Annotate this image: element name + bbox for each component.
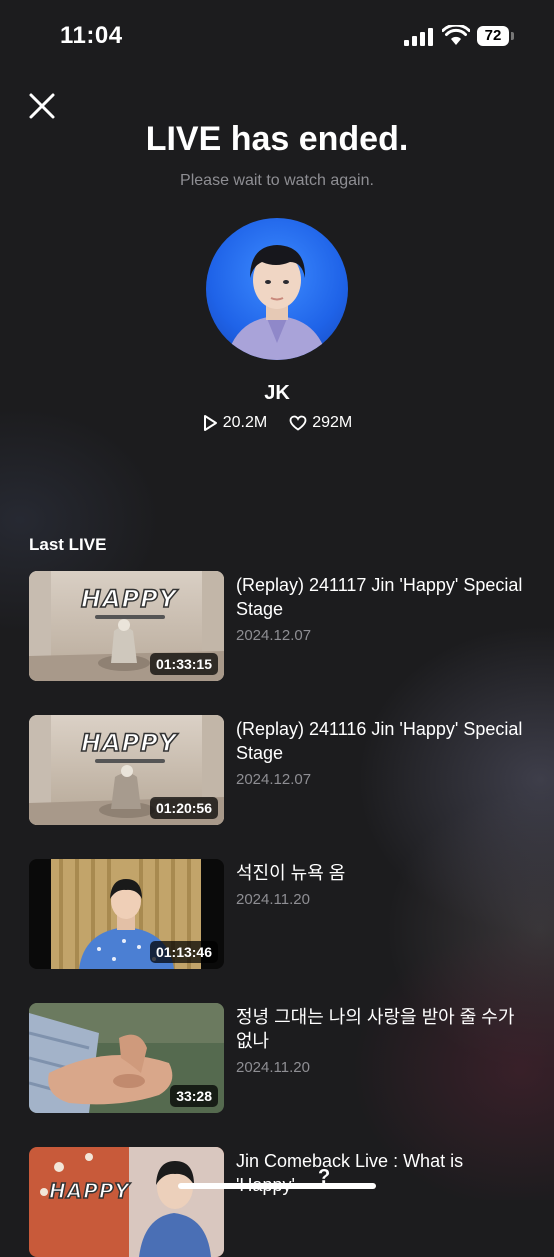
- video-date: 2024.12.07: [236, 627, 312, 644]
- list-item[interactable]: HAPPY 01:33:15 (Replay) 241117 Jin 'Happ…: [29, 571, 539, 681]
- video-date: 2024.11.20: [236, 891, 310, 908]
- thumbnail-caption: [95, 759, 165, 763]
- home-indicator[interactable]: [178, 1183, 376, 1189]
- list-item[interactable]: 33:28 정녕 그대는 나의 사랑을 받아 줄 수가 없나 2024.11.2…: [29, 1003, 539, 1113]
- video-thumbnail: 01:13:46: [29, 859, 224, 969]
- list-item[interactable]: 01:13:46 석진이 뉴욕 옴 2024.11.20: [29, 859, 539, 969]
- page-title: LIVE has ended.: [145, 120, 409, 158]
- wifi-icon: [442, 25, 470, 45]
- heart-icon: [289, 415, 307, 431]
- video-title: (Replay) 241116 Jin 'Happy' Special Stag…: [236, 719, 523, 763]
- cellular-signal-icon: [404, 28, 433, 46]
- video-date: 2024.12.07: [236, 771, 312, 788]
- avatar-portrait: [226, 245, 328, 360]
- thumbnail-logo: HAPPY: [80, 728, 178, 758]
- thumbnail-logo: HAPPY: [80, 584, 178, 614]
- close-icon[interactable]: [28, 92, 56, 120]
- play-icon: [203, 415, 217, 431]
- profile-stats: 20.2M 292M: [0, 414, 554, 432]
- video-title: Jin Comeback Live : What is 'Happy': [236, 1151, 464, 1195]
- status-bar: 11:04 72: [0, 0, 554, 70]
- video-thumbnail: HAPPY 01:33:15: [29, 571, 224, 681]
- video-duration: 01:20:56: [149, 797, 218, 819]
- video-thumbnail: HAPPY 01:20:56: [29, 715, 224, 825]
- profile-name: JK: [264, 382, 290, 404]
- video-title: (Replay) 241117 Jin 'Happy' Special Stag…: [236, 575, 523, 619]
- video-duration: 01:13:46: [149, 941, 218, 963]
- list-item[interactable]: HAPPY 01:20:56 (Replay) 241116 Jin 'Happ…: [29, 715, 539, 825]
- page-subtitle: Please wait to watch again.: [180, 172, 374, 189]
- video-duration: 01:33:15: [149, 653, 218, 675]
- plays-count: 20.2M: [222, 414, 268, 431]
- video-title: 정녕 그대는 나의 사랑을 받아 줄 수가 없나: [236, 1007, 515, 1051]
- video-thumbnail: HAPPY: [29, 1147, 224, 1257]
- avatar[interactable]: [206, 218, 348, 360]
- likes-count: 292M: [312, 414, 353, 431]
- video-duration: 33:28: [170, 1085, 218, 1107]
- video-thumbnail: 33:28: [29, 1003, 224, 1113]
- battery-cap: [511, 32, 514, 40]
- list-item[interactable]: HAPPY Jin Comeback Live : What is 'Happy…: [29, 1147, 539, 1257]
- status-time: 11:04: [60, 22, 123, 49]
- thumbnail-logo: HAPPY: [48, 1178, 131, 1204]
- video-title: 석진이 뉴욕 옴: [236, 863, 346, 883]
- section-title-last-live: Last LIVE: [29, 535, 107, 554]
- plays-stat: 20.2M: [202, 414, 267, 432]
- battery-indicator: 72: [477, 26, 509, 46]
- video-date: 2024.11.20: [236, 1059, 310, 1076]
- thumbnail-caption: [95, 615, 165, 619]
- likes-stat: 292M: [289, 414, 352, 432]
